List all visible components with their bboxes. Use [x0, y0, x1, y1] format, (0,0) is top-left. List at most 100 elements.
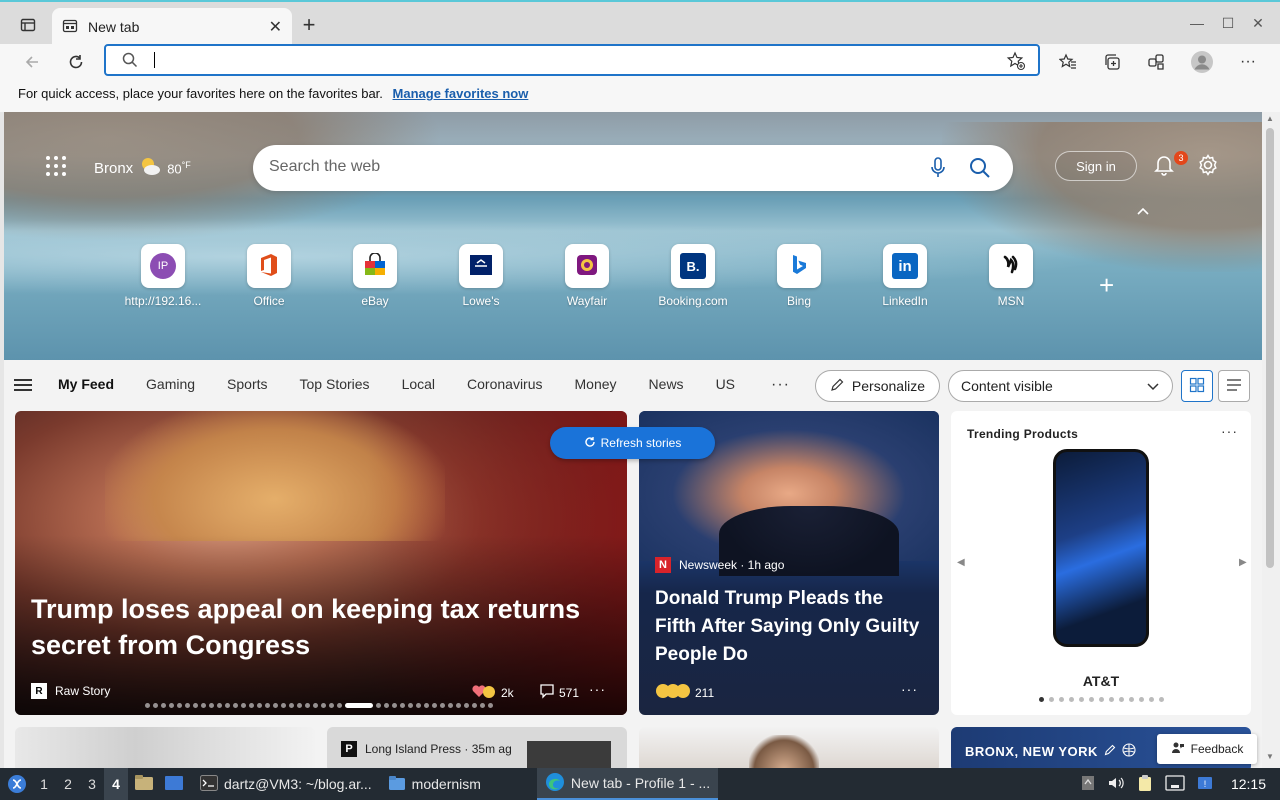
nav-more-icon[interactable]: ···	[771, 376, 790, 394]
clipboard-icon[interactable]	[1137, 774, 1153, 795]
story-card[interactable]	[639, 727, 939, 768]
collapse-chevron-up-icon[interactable]	[1136, 204, 1150, 219]
quick-link-tile[interactable]: Office	[216, 244, 322, 308]
featured-story-card[interactable]: Trump loses appeal on keeping tax return…	[15, 411, 627, 715]
show-desktop-icon[interactable]	[164, 774, 184, 795]
tray-upload-icon[interactable]	[1081, 775, 1095, 794]
update-notification-icon[interactable]: !	[1197, 775, 1213, 794]
manage-favorites-link[interactable]: Manage favorites now	[393, 86, 529, 101]
story-more-options-icon[interactable]: ···	[589, 681, 606, 697]
nav-money[interactable]: Money	[559, 376, 633, 394]
file-manager-launcher-icon[interactable]	[134, 774, 154, 795]
quick-link-tile[interactable]: Wayfair	[534, 244, 640, 308]
address-bar[interactable]	[104, 44, 1040, 76]
trending-products-card[interactable]: Trending Products ··· ◀ ▶ AT&T	[951, 411, 1251, 715]
quick-link-tile[interactable]: in LinkedIn	[852, 244, 958, 308]
hamburger-menu-icon[interactable]	[14, 376, 32, 394]
tab-new-tab[interactable]: New tab ✕	[52, 8, 292, 46]
back-button[interactable]	[18, 48, 46, 76]
notifications-bell-icon[interactable]	[1154, 154, 1174, 179]
nav-sports[interactable]: Sports	[211, 376, 283, 394]
taskbar-edge-browser[interactable]: New tab - Profile 1 - ...	[536, 768, 719, 800]
grid-view-toggle[interactable]	[1181, 370, 1213, 402]
web-search-box[interactable]: Search the web	[253, 145, 1013, 191]
reactions-button[interactable]: 211	[655, 683, 714, 702]
maximize-button[interactable]: ☐	[1215, 12, 1241, 34]
scrollbar-thumb[interactable]	[1266, 128, 1274, 568]
quick-link-label: MSN	[997, 294, 1025, 308]
volume-icon[interactable]	[1107, 775, 1125, 794]
app-launcher-icon[interactable]	[44, 154, 68, 178]
tab-title: New tab	[88, 19, 140, 35]
favorites-icon[interactable]	[1054, 48, 1082, 76]
add-quick-link-button[interactable]: +	[1099, 270, 1114, 301]
extensions-icon[interactable]	[1142, 48, 1170, 76]
personalize-button[interactable]: Personalize	[815, 370, 940, 402]
search-submit-icon[interactable]	[969, 157, 991, 182]
nav-us[interactable]: US	[700, 376, 751, 394]
quick-link-tile[interactable]: Lowe's	[428, 244, 534, 308]
story-card[interactable]	[15, 727, 315, 768]
carousel-prev-icon[interactable]: ◀	[957, 557, 965, 568]
start-menu-icon[interactable]	[2, 768, 32, 800]
scroll-down-arrow-icon[interactable]: ▼	[1266, 752, 1274, 761]
quick-link-tile[interactable]: IP http://192.16...	[110, 244, 216, 308]
story-headline[interactable]: Donald Trump Pleads the Fifth After Sayi…	[655, 585, 925, 669]
product-name[interactable]: AT&T	[951, 673, 1251, 689]
page-settings-gear-icon[interactable]	[1197, 154, 1219, 179]
nav-coronavirus[interactable]: Coronavirus	[451, 376, 558, 394]
task-label: dartz@VM3: ~/blog.ar...	[224, 776, 372, 792]
story-source[interactable]: R Raw Story	[31, 683, 110, 699]
add-favorite-icon[interactable]	[1006, 51, 1026, 74]
edit-location-pencil-icon[interactable]	[1104, 744, 1116, 759]
product-image[interactable]	[1053, 449, 1149, 647]
network-icon[interactable]	[1165, 774, 1185, 794]
carousel-next-icon[interactable]: ▶	[1239, 557, 1247, 568]
taskbar-folder[interactable]: modernism	[380, 768, 489, 800]
nav-local[interactable]: Local	[386, 376, 451, 394]
scroll-up-arrow-icon[interactable]: ▲	[1266, 114, 1274, 123]
quick-link-tile[interactable]: eBay	[322, 244, 428, 308]
trending-more-options-icon[interactable]: ···	[1221, 423, 1238, 439]
story-headline[interactable]: Trump loses appeal on keeping tax return…	[31, 591, 611, 663]
feedback-button[interactable]: Feedback	[1157, 734, 1257, 764]
nav-top-stories[interactable]: Top Stories	[284, 376, 386, 394]
workspace-1[interactable]: 1	[32, 776, 56, 792]
workspace-4[interactable]: 4	[104, 768, 128, 800]
story-more-options-icon[interactable]: ···	[901, 681, 918, 697]
list-view-toggle[interactable]	[1218, 370, 1250, 402]
grid-view-icon	[1189, 377, 1205, 396]
refresh-button[interactable]	[62, 48, 90, 76]
story-source[interactable]: N Newsweek · 1h ago	[655, 557, 784, 573]
quick-link-label: LinkedIn	[882, 294, 928, 308]
notification-count-badge: 3	[1174, 151, 1188, 165]
collections-icon[interactable]	[1098, 48, 1126, 76]
tab-close-icon[interactable]: ✕	[269, 17, 282, 37]
nav-news[interactable]: News	[633, 376, 700, 394]
content-visibility-dropdown[interactable]: Content visible	[948, 370, 1173, 402]
nav-my-feed[interactable]: My Feed	[42, 376, 130, 394]
reactions-button[interactable]: 2k	[471, 683, 514, 702]
comments-button[interactable]: 571	[539, 683, 579, 702]
nav-gaming[interactable]: Gaming	[130, 376, 211, 394]
tab-actions-menu-icon[interactable]	[14, 12, 42, 38]
story-card[interactable]: P Long Island Press · 35m ag	[327, 727, 627, 768]
profile-avatar-icon[interactable]	[1188, 48, 1216, 76]
new-tab-button[interactable]: +	[296, 12, 322, 38]
quick-link-tile[interactable]: B. Booking.com	[640, 244, 746, 308]
sign-in-button[interactable]: Sign in	[1055, 151, 1137, 181]
minimize-button[interactable]: —	[1184, 12, 1210, 34]
quick-link-tile[interactable]: Bing	[746, 244, 852, 308]
refresh-stories-button[interactable]: Refresh stories	[550, 427, 715, 459]
microphone-icon[interactable]	[929, 157, 947, 182]
taskbar-terminal[interactable]: dartz@VM3: ~/blog.ar...	[192, 768, 380, 800]
settings-more-icon[interactable]: ···	[1234, 48, 1262, 76]
workspace-2[interactable]: 2	[56, 776, 80, 792]
close-window-button[interactable]: ✕	[1245, 12, 1271, 34]
page-scrollbar[interactable]: ▲ ▼	[1262, 112, 1280, 768]
quick-link-tile[interactable]: MSN	[958, 244, 1064, 308]
weather-widget[interactable]: Bronx 80°F	[94, 156, 191, 180]
feedback-icon	[1171, 741, 1185, 758]
workspace-3[interactable]: 3	[80, 776, 104, 792]
clock[interactable]: 12:15	[1231, 776, 1266, 792]
